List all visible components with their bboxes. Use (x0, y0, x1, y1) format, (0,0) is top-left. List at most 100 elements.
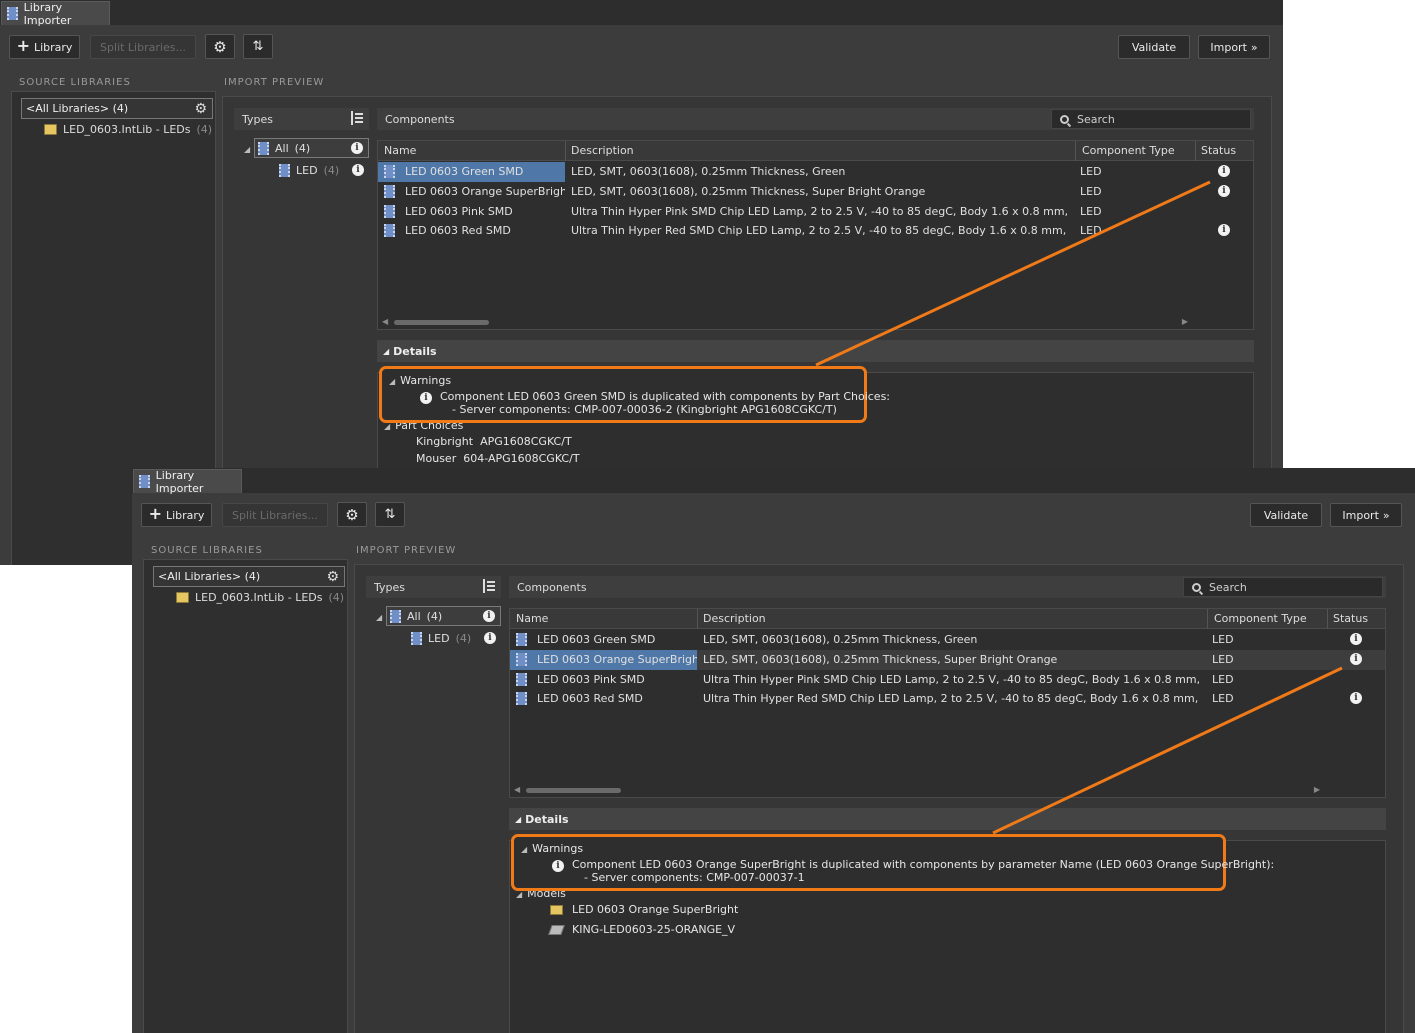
split-libraries-button[interactable]: Split Libraries... (90, 35, 196, 59)
column-header-status[interactable]: Status (1333, 612, 1368, 625)
row-name: LED 0603 Red SMD (537, 692, 643, 705)
split-libraries-button[interactable]: Split Libraries... (222, 503, 328, 527)
warnings-heading[interactable]: ◢ Warnings (389, 374, 451, 387)
tab-title: Library Importer (155, 468, 204, 495)
import-preview-label: IMPORT PREVIEW (224, 77, 325, 88)
column-divider[interactable] (1207, 609, 1208, 629)
double-chevron-right-icon: » (1382, 508, 1390, 522)
component-icon (279, 163, 290, 177)
component-icon (390, 609, 401, 623)
column-header-description[interactable]: Description (571, 144, 634, 157)
supplier-name: Kingbright (416, 435, 474, 448)
table-row[interactable]: LED 0603 Orange SuperBright LED, SMT, 06… (378, 182, 1253, 202)
column-header-name[interactable]: Name (516, 612, 548, 625)
column-divider[interactable] (697, 609, 698, 629)
add-library-button[interactable]: + Library (141, 503, 212, 527)
add-library-button[interactable]: + Library (9, 35, 80, 59)
info-icon[interactable]: i (1218, 165, 1230, 177)
collapse-triangle-icon[interactable]: ◢ (244, 145, 250, 154)
import-label: Import (1210, 40, 1247, 54)
type-item-led[interactable]: LED (4) i (279, 160, 369, 180)
type-item-led[interactable]: LED (4) i (411, 628, 501, 648)
model-item[interactable]: LED 0603 Orange SuperBright (572, 903, 738, 916)
details-header[interactable]: ◢ Details (377, 340, 1254, 362)
gear-icon[interactable]: ⚙ (326, 569, 339, 585)
settings-button[interactable]: ⚙ (205, 34, 235, 59)
column-header-description[interactable]: Description (703, 612, 766, 625)
all-libraries-selector[interactable]: <All Libraries> (4) ⚙ (21, 98, 213, 119)
info-icon[interactable]: i (1350, 692, 1362, 704)
refresh-icon: ⇅ (252, 39, 264, 54)
row-type: LED (1212, 653, 1234, 666)
component-icon (516, 673, 527, 686)
all-libraries-selector[interactable]: <All Libraries> (4) ⚙ (153, 566, 345, 587)
table-row[interactable]: LED 0603 Orange SuperBright LED, SMT, 06… (510, 650, 1385, 670)
collapse-triangle-icon[interactable]: ◢ (376, 613, 382, 622)
info-icon[interactable]: i (483, 610, 495, 622)
type-item-all[interactable]: All (4) i (386, 606, 501, 626)
scroll-left-icon[interactable]: ◀ (514, 785, 520, 794)
library-button-label: Library (165, 508, 205, 522)
column-divider[interactable] (1327, 609, 1328, 629)
list-view-icon[interactable] (351, 111, 363, 125)
info-icon[interactable]: i (1350, 653, 1362, 665)
scroll-right-icon[interactable]: ▶ (1314, 785, 1320, 794)
component-icon (384, 224, 395, 237)
table-row[interactable]: LED 0603 Red SMD Ultra Thin Hyper Red SM… (510, 689, 1385, 709)
library-item[interactable]: LED_0603.IntLib - LEDs (4) (176, 591, 344, 604)
table-row[interactable]: LED 0603 Green SMD LED, SMT, 0603(1608),… (510, 630, 1385, 650)
source-libraries-label: SOURCE LIBRARIES (19, 77, 131, 88)
search-input[interactable]: Search (1051, 109, 1251, 129)
column-divider[interactable] (1075, 141, 1076, 161)
model-item[interactable]: KING-LED0603-25-ORANGE_V (572, 923, 735, 936)
scrollbar-thumb[interactable] (394, 320, 489, 325)
warning-text: Component LED 0603 Orange SuperBright is… (572, 858, 1275, 871)
settings-button[interactable]: ⚙ (337, 502, 367, 527)
validate-button[interactable]: Validate (1250, 503, 1322, 527)
column-header-component-type[interactable]: Component Type (1214, 612, 1307, 625)
type-item-all[interactable]: All (4) i (254, 138, 369, 158)
info-icon[interactable]: i (1218, 224, 1230, 236)
row-description: LED, SMT, 0603(1608), 0.25mm Thickness, … (571, 165, 846, 178)
details-header[interactable]: ◢ Details (509, 808, 1386, 830)
scrollbar-thumb[interactable] (526, 788, 621, 793)
warning-subtext: - Server components: CMP-007-00036-2 (Ki… (452, 403, 837, 416)
info-icon[interactable]: i (484, 632, 496, 644)
list-view-icon[interactable] (483, 579, 495, 593)
info-icon[interactable]: i (1218, 185, 1230, 197)
table-row[interactable]: LED 0603 Red SMD Ultra Thin Hyper Red SM… (378, 221, 1253, 241)
table-row[interactable]: LED 0603 Pink SMD Ultra Thin Hyper Pink … (378, 202, 1253, 222)
table-row[interactable]: LED 0603 Pink SMD Ultra Thin Hyper Pink … (510, 670, 1385, 690)
column-header-component-type[interactable]: Component Type (1082, 144, 1175, 157)
info-icon[interactable]: i (1350, 633, 1362, 645)
column-divider[interactable] (1195, 141, 1196, 161)
library-item[interactable]: LED_0603.IntLib - LEDs (4) (44, 123, 212, 136)
search-input[interactable]: Search (1183, 577, 1383, 597)
type-all-count: (4) (426, 609, 443, 623)
tab-library-importer[interactable]: Library Importer (1, 1, 110, 27)
tab-library-importer[interactable]: Library Importer (133, 468, 242, 495)
refresh-button[interactable]: ⇅ (375, 502, 405, 527)
component-icon (258, 141, 269, 155)
column-header-status[interactable]: Status (1201, 144, 1236, 157)
import-button[interactable]: Import » (1330, 503, 1402, 527)
info-icon[interactable]: i (352, 164, 364, 176)
warnings-heading[interactable]: ◢ Warnings (521, 842, 583, 855)
row-name: LED 0603 Orange SuperBright (405, 185, 565, 198)
info-icon[interactable]: i (351, 142, 363, 154)
column-divider[interactable] (565, 141, 566, 161)
table-row[interactable]: LED 0603 Green SMD LED, SMT, 0603(1608),… (378, 162, 1253, 182)
search-placeholder: Search (1209, 580, 1247, 594)
refresh-button[interactable]: ⇅ (243, 34, 273, 59)
horizontal-scrollbar[interactable]: ◀ ▶ (514, 785, 1380, 794)
info-icon: i (552, 860, 564, 872)
components-grid: Name Description Component Type Status L… (509, 608, 1386, 798)
column-header-name[interactable]: Name (384, 144, 416, 157)
validate-button[interactable]: Validate (1118, 35, 1190, 59)
scroll-left-icon[interactable]: ◀ (382, 317, 388, 326)
scroll-right-icon[interactable]: ▶ (1182, 317, 1188, 326)
import-button[interactable]: Import » (1198, 35, 1270, 59)
tab-strip: Library Importer (132, 468, 1415, 495)
horizontal-scrollbar[interactable]: ◀ ▶ (382, 317, 1248, 326)
gear-icon[interactable]: ⚙ (194, 101, 207, 117)
